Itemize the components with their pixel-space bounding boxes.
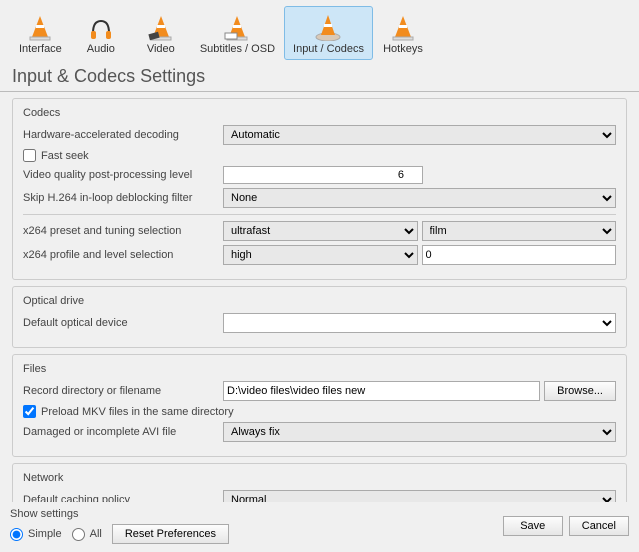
- avi-label: Damaged or incomplete AVI file: [23, 426, 223, 438]
- fast-seek-label: Fast seek: [41, 150, 89, 162]
- cone-icon: [389, 11, 417, 41]
- footer: Show settings Simple All Reset Preferenc…: [0, 502, 639, 552]
- group-title: Network: [23, 472, 616, 484]
- optical-device-select[interactable]: [223, 313, 616, 333]
- x264-level-input[interactable]: [422, 245, 617, 265]
- x264-preset-select[interactable]: ultrafast: [223, 221, 418, 241]
- tab-label: Audio: [87, 43, 115, 55]
- cone-icon: [26, 11, 54, 41]
- record-label: Record directory or filename: [23, 385, 223, 397]
- vq-spinner[interactable]: [223, 166, 423, 184]
- hw-decode-select[interactable]: Automatic: [223, 125, 616, 145]
- show-settings-label: Show settings: [10, 508, 229, 520]
- tab-input-codecs[interactable]: Input / Codecs: [284, 6, 373, 60]
- group-title: Codecs: [23, 107, 616, 119]
- tab-label: Video: [147, 43, 175, 55]
- tab-label: Input / Codecs: [293, 43, 364, 55]
- x264-profile-select[interactable]: high: [223, 245, 418, 265]
- skip-select[interactable]: None: [223, 188, 616, 208]
- preload-input[interactable]: [23, 405, 36, 418]
- tab-hotkeys[interactable]: Hotkeys: [373, 6, 433, 60]
- cone-disc-icon: [314, 11, 342, 41]
- group-title: Optical drive: [23, 295, 616, 307]
- cancel-button[interactable]: Cancel: [569, 516, 629, 536]
- files-group: Files Record directory or filename Brows…: [12, 354, 627, 457]
- optical-device-label: Default optical device: [23, 317, 223, 329]
- headphones-icon: [87, 11, 115, 41]
- preload-checkbox[interactable]: Preload MKV files in the same directory: [23, 405, 234, 418]
- group-title: Files: [23, 363, 616, 375]
- fast-seek-checkbox[interactable]: Fast seek: [23, 149, 89, 162]
- vq-label: Video quality post-processing level: [23, 169, 223, 181]
- avi-select[interactable]: Always fix: [223, 422, 616, 442]
- fast-seek-input[interactable]: [23, 149, 36, 162]
- cone-film-icon: [147, 11, 175, 41]
- x264-preset-label: x264 preset and tuning selection: [23, 225, 223, 237]
- skip-label: Skip H.264 in-loop deblocking filter: [23, 192, 223, 204]
- optical-group: Optical drive Default optical device: [12, 286, 627, 348]
- preload-label: Preload MKV files in the same directory: [41, 406, 234, 418]
- tab-video[interactable]: Video: [131, 6, 191, 60]
- tab-label: Interface: [19, 43, 62, 55]
- content-area: Codecs Hardware-accelerated decoding Aut…: [0, 98, 639, 528]
- show-simple-radio[interactable]: Simple: [10, 528, 62, 541]
- browse-button[interactable]: Browse...: [544, 381, 616, 401]
- tab-interface[interactable]: Interface: [10, 6, 71, 60]
- tab-subtitles[interactable]: Subtitles / OSD: [191, 6, 284, 60]
- codecs-group: Codecs Hardware-accelerated decoding Aut…: [12, 98, 627, 280]
- hw-decode-label: Hardware-accelerated decoding: [23, 129, 223, 141]
- show-all-radio[interactable]: All: [72, 528, 102, 541]
- settings-toolbar: Interface Audio Video Subtitles / OSD In…: [0, 0, 639, 60]
- divider: [0, 91, 639, 92]
- x264-tuning-select[interactable]: film: [422, 221, 617, 241]
- divider: [23, 214, 616, 215]
- tab-label: Hotkeys: [383, 43, 423, 55]
- record-input[interactable]: [223, 381, 540, 401]
- x264-profile-label: x264 profile and level selection: [23, 249, 223, 261]
- save-button[interactable]: Save: [503, 516, 563, 536]
- tab-audio[interactable]: Audio: [71, 6, 131, 60]
- cone-subtitle-icon: [223, 11, 251, 41]
- page-title: Input & Codecs Settings: [0, 60, 639, 91]
- tab-label: Subtitles / OSD: [200, 43, 275, 55]
- reset-button[interactable]: Reset Preferences: [112, 524, 229, 544]
